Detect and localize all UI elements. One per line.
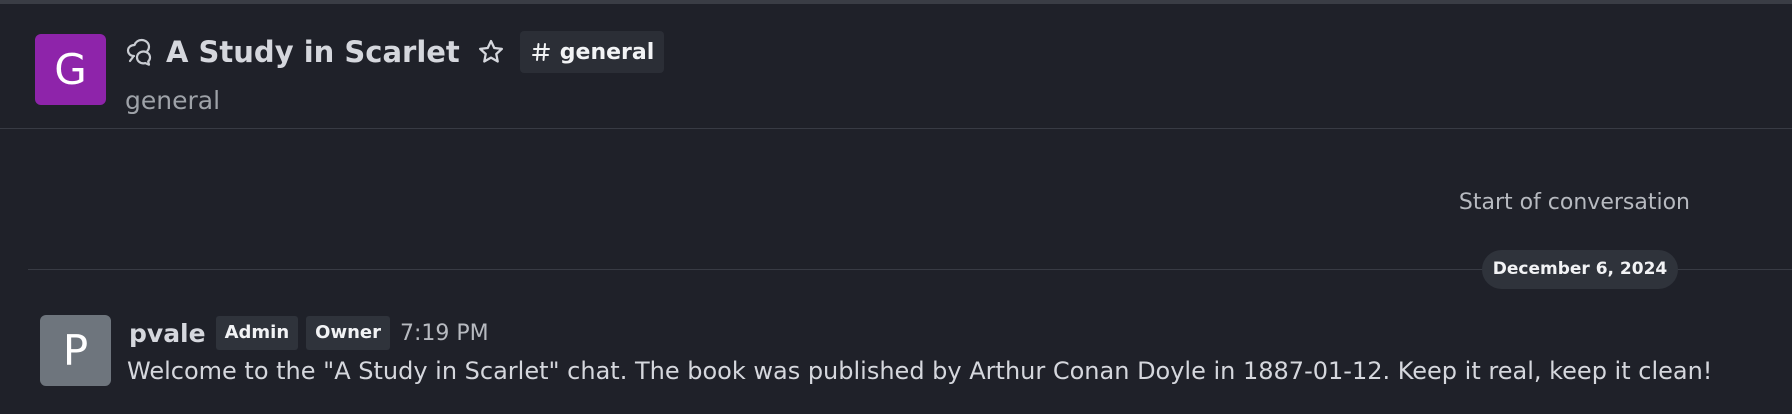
channel-chip[interactable]: general [519,31,665,73]
message-timestamp[interactable]: 7:19 PM [400,321,489,346]
start-of-conversation-label: Start of conversation [1458,190,1690,215]
room-topic: general [125,86,221,115]
channel-chip-label: general [559,39,655,65]
message-username[interactable]: pvale [129,319,206,348]
date-divider-badge: December 6, 2024 [1482,250,1678,289]
room-title-row: A Study in Scarlet general [124,30,665,74]
message-header: pvale Admin Owner 7:19 PM [129,315,489,351]
role-badge-owner: Owner [306,316,390,350]
role-badge-admin: Admin [215,316,299,350]
user-avatar[interactable]: P [40,315,111,386]
room-header: G A Study in Scarlet general general [0,4,1792,129]
message-item[interactable]: P pvale Admin Owner 7:19 PM Welcome to t… [40,315,1780,405]
discussion-icon [124,36,156,68]
message-text: Welcome to the "A Study in Scarlet" chat… [127,357,1713,385]
room-title: A Study in Scarlet [166,35,460,69]
room-avatar[interactable]: G [35,34,106,105]
star-icon[interactable] [476,37,506,67]
hash-icon [530,41,552,63]
